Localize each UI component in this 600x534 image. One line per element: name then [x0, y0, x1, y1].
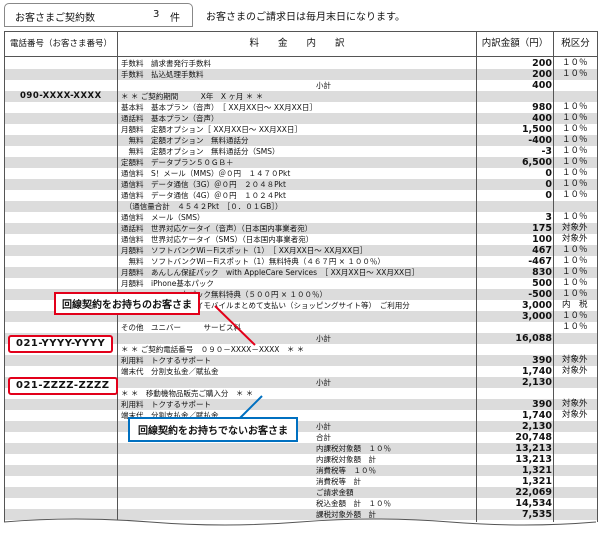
arrow-red: [214, 305, 256, 346]
callout-arrows: [214, 305, 263, 419]
arrow-blue: [239, 395, 263, 419]
